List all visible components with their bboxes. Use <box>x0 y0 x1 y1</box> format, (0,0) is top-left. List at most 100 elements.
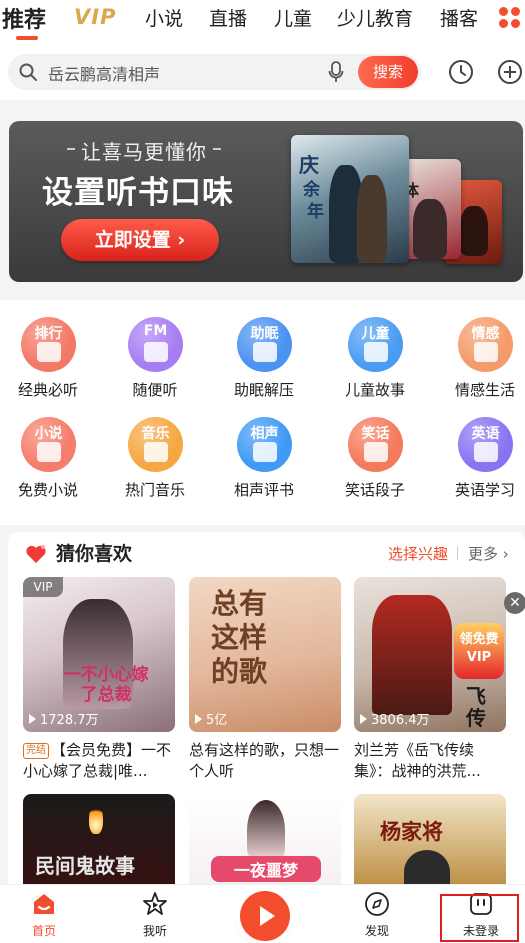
preference-banner[interactable]: 让喜马更懂你 设置听书口味 立即设置 › 体 庆 余 年 <box>9 121 523 282</box>
category-label: 热门音乐 <box>124 481 185 499</box>
category-label: 经典必听 <box>17 381 78 399</box>
play-count: 1728.7万 <box>29 709 99 728</box>
category-book[interactable]: 小说 免费小说 <box>0 417 96 507</box>
album-title-1[interactable]: 完结 【会员免费】一不小心嫁了总裁|唯... <box>23 740 178 784</box>
free-vip-badge[interactable]: 领免费 VIP <box>454 623 504 679</box>
en-badge-icon: 英语 <box>458 417 513 472</box>
category-label: 英语学习 <box>454 481 515 499</box>
album-card-6[interactable]: 杨家将 <box>354 794 506 894</box>
add-icon[interactable] <box>496 58 524 86</box>
album-title-2[interactable]: 总有这样的歌，只想一个人听 <box>189 740 344 784</box>
book-icon: 小说 <box>21 417 76 472</box>
more-link[interactable]: 更多 › <box>468 543 509 564</box>
active-tab-indicator <box>16 36 38 40</box>
laugh-face-icon: 笑话 <box>348 417 403 472</box>
kid-face-icon: 儿童 <box>348 317 403 372</box>
vip-badge: VIP <box>23 577 63 597</box>
tab-podcast[interactable]: 播客 <box>440 4 478 31</box>
nav-home[interactable]: 首页 <box>9 885 79 943</box>
album-card-4[interactable]: 民间鬼故事 <box>23 794 175 894</box>
album-card-1[interactable]: VIP 一不小心嫁了总裁 1728.7万 <box>23 577 175 732</box>
tab-novel[interactable]: 小说 <box>145 4 183 31</box>
top-tab-bar: 推荐 VIP 小说 直播 儿童 少儿教育 播客 <box>0 0 525 44</box>
compass-icon <box>365 892 389 916</box>
category-music-note[interactable]: 音乐 热门音乐 <box>107 417 203 507</box>
search-button[interactable]: 搜索 <box>358 56 418 88</box>
category-fan[interactable]: 相声 相声评书 <box>216 417 312 507</box>
play-count: 3806.4万 <box>360 709 430 728</box>
category-icon-text: FM <box>143 323 168 339</box>
category-icon-text: 音乐 <box>141 426 170 442</box>
app-screen: 推荐 VIP 小说 直播 儿童 少儿教育 播客 岳云鹏高清相声 搜索 让喜马更懂… <box>0 0 525 943</box>
nav-discover[interactable]: 发现 <box>342 885 412 943</box>
history-clock-icon[interactable] <box>447 58 475 86</box>
home-icon <box>34 894 54 914</box>
category-icon-text: 儿童 <box>361 326 390 342</box>
category-radio[interactable]: FM 随便听 <box>107 317 203 407</box>
category-icon-text: 排行 <box>34 326 63 342</box>
search-input[interactable]: 岳云鹏高清相声 搜索 <box>8 54 421 90</box>
heart-icon <box>26 545 46 563</box>
divider <box>457 546 458 560</box>
close-icon[interactable]: ✕ <box>504 592 525 614</box>
cover-text: 一夜噩梦 <box>211 856 321 882</box>
choose-interest-link[interactable]: 选择兴趣 <box>388 543 448 564</box>
book-cover-1: 庆 余 年 <box>291 135 409 263</box>
category-moon[interactable]: 助眠 助眠解压 <box>216 317 312 407</box>
cover-text: 总有这样的歌 <box>211 587 268 688</box>
category-en-badge[interactable]: 英语 英语学习 <box>437 417 525 507</box>
tab-live[interactable]: 直播 <box>209 4 247 31</box>
category-glyph <box>37 342 61 362</box>
category-glyph <box>253 342 277 362</box>
category-glyph <box>474 442 498 462</box>
cover-text: 一不小心嫁了总裁 <box>63 665 149 705</box>
candle-flame-icon <box>89 804 103 834</box>
category-label: 随便听 <box>132 381 178 399</box>
category-glyph <box>474 342 498 362</box>
nav-home-label: 首页 <box>31 924 56 938</box>
search-icon <box>19 63 37 81</box>
category-glyph <box>253 442 277 462</box>
completed-badge: 完结 <box>23 743 49 759</box>
category-kid-face[interactable]: 儿童 儿童故事 <box>327 317 423 407</box>
category-label: 免费小说 <box>17 481 78 499</box>
heart-pulse-icon: 情感 <box>458 317 513 372</box>
play-button[interactable] <box>240 891 290 941</box>
microphone-icon[interactable] <box>328 61 344 83</box>
tab-vip[interactable]: VIP <box>74 5 116 29</box>
cover-text: 杨家将 <box>380 819 443 844</box>
album-card-3[interactable]: 领免费 VIP 飞传 3806.4万 <box>354 577 506 732</box>
album-card-2[interactable]: 总有这样的歌 5亿 <box>189 577 341 732</box>
album-card-5[interactable]: 一夜噩梦 <box>189 794 341 894</box>
search-placeholder: 岳云鹏高清相声 <box>48 65 161 84</box>
album-title-3[interactable]: 刘兰芳《岳飞传续集》：战神的洪荒... <box>354 740 509 784</box>
category-heart-pulse[interactable]: 情感 情感生活 <box>437 317 525 407</box>
category-label: 笑话段子 <box>344 481 405 499</box>
category-icon-text: 小说 <box>34 426 63 442</box>
category-icon-text: 笑话 <box>361 426 390 442</box>
tab-children[interactable]: 儿童 <box>274 4 312 31</box>
tab-recommend[interactable]: 推荐 <box>2 2 46 34</box>
category-label: 相声评书 <box>233 481 294 499</box>
tab-kids-education[interactable]: 少儿教育 <box>337 4 413 31</box>
music-note-icon: 音乐 <box>128 417 183 472</box>
banner-title: 设置听书口味 <box>42 175 234 211</box>
category-glyph <box>364 342 388 362</box>
nav-discover-label: 发现 <box>364 924 389 938</box>
play-count: 5亿 <box>195 709 227 728</box>
banner-subtitle: 让喜马更懂你 <box>67 136 221 165</box>
category-glyph <box>364 442 388 462</box>
highlight-box <box>440 894 519 942</box>
category-label: 助眠解压 <box>233 381 294 399</box>
category-laugh-face[interactable]: 笑话 笑话段子 <box>327 417 423 507</box>
category-label: 儿童故事 <box>344 381 405 399</box>
setup-now-button[interactable]: 立即设置 › <box>61 219 219 261</box>
category-glyph <box>144 442 168 462</box>
nav-my-listen[interactable]: 我听 <box>120 885 190 943</box>
nav-my-listen-label: 我听 <box>142 924 167 938</box>
category-glyph <box>144 342 168 362</box>
category-grid-icon[interactable] <box>499 7 521 29</box>
star-icon <box>143 892 167 915</box>
category-label: 情感生活 <box>454 381 515 399</box>
category-ranking[interactable]: 排行 经典必听 <box>0 317 96 407</box>
